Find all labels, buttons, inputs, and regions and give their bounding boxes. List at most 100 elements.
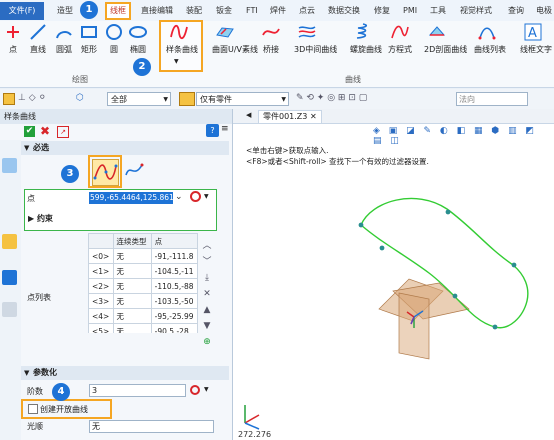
3d-midcurve-button[interactable]: 3D中间曲线 xyxy=(294,21,337,54)
surface-uv-curve-button[interactable]: 曲面U/V素线 xyxy=(212,21,258,54)
part-filter-combo[interactable]: 仅有零件 ▼ xyxy=(196,92,289,106)
file-menu-tab[interactable]: 文件(F) xyxy=(0,2,44,20)
spline-dropdown-arrow-icon[interactable]: ▼ xyxy=(174,58,179,65)
chevron-down-icon[interactable]: ▼ xyxy=(204,386,209,393)
chevron-down-icon: ▼ xyxy=(281,96,286,103)
user-profile-icon[interactable] xyxy=(2,302,17,317)
wireframe-text-label: 线框文字 xyxy=(520,45,552,54)
wireframe-text-button[interactable]: A 线框文字 xyxy=(520,21,552,54)
tab-repair[interactable]: 修复 xyxy=(374,2,390,20)
3d-midcurve-icon xyxy=(298,26,316,38)
tab-visual-style[interactable]: 视觉样式 xyxy=(460,2,492,20)
apply-button[interactable]: ↗ xyxy=(57,126,69,138)
callout-badge-4: 4 xyxy=(52,383,70,401)
chevron-up-icon[interactable]: ︿ xyxy=(201,238,213,254)
tab-sheet-metal[interactable]: 钣金 xyxy=(216,2,232,20)
arc-button[interactable]: 圆弧 xyxy=(55,21,73,54)
tab-point-cloud[interactable]: 点云 xyxy=(299,2,315,20)
spline-curve-icon xyxy=(170,24,188,40)
view-orient-icon[interactable]: ⬡ xyxy=(76,93,84,103)
point-button[interactable]: 点 xyxy=(4,21,22,54)
point-options-chevron-icon[interactable]: ⌄ xyxy=(175,192,183,202)
2d-section-curve-button[interactable]: 2D剖面曲线 xyxy=(424,21,467,54)
point-pick-target-icon[interactable] xyxy=(190,191,201,202)
spline-point-3[interactable] xyxy=(492,324,498,330)
smooth-label: 光顺 xyxy=(27,422,43,431)
spline-point-5[interactable] xyxy=(379,245,385,251)
spline-through-points-button[interactable] xyxy=(92,159,119,186)
import-points-icon[interactable]: ⤓ xyxy=(201,270,213,286)
table-row[interactable]: <2> 无 -110.5,-88 xyxy=(88,278,198,294)
normal-field[interactable]: 法向 xyxy=(456,92,528,106)
tab-query[interactable]: 查询 xyxy=(508,2,524,20)
order-pick-target-icon[interactable] xyxy=(190,385,200,395)
spline-point-2[interactable] xyxy=(511,262,517,268)
spline-control-points-button[interactable] xyxy=(124,161,144,181)
table-header-continuity: 连续类型 xyxy=(112,233,152,249)
filter-combo[interactable]: 全部 ▼ xyxy=(107,92,171,106)
surface-uv-curve-label: 曲面U/V素线 xyxy=(212,45,259,54)
order-input[interactable]: 3 xyxy=(89,384,186,397)
snap-mode-icons[interactable]: ✎ ⟲ ✦ ◎ ⊞ ⊡ ▢ xyxy=(296,93,367,103)
tab-assembly[interactable]: 装配 xyxy=(186,2,202,20)
help-button[interactable]: ? xyxy=(206,124,219,137)
tab-tools[interactable]: 工具 xyxy=(430,2,446,20)
chevron-down-icon[interactable]: ▼ xyxy=(204,193,209,200)
spline-point-1[interactable] xyxy=(445,209,451,215)
close-icon[interactable]: ✕ xyxy=(310,112,317,121)
spline-curve-button[interactable]: 样条曲线 ▼ xyxy=(166,21,198,65)
history-manager-icon[interactable] xyxy=(2,158,17,173)
tab-modeling[interactable]: 造型 xyxy=(57,2,73,20)
line-button[interactable]: 直线 xyxy=(29,21,47,54)
left-icon-strip xyxy=(0,140,21,440)
panel-menu-icon[interactable]: ≡ xyxy=(221,124,229,134)
spline-point-4[interactable] xyxy=(452,293,458,299)
delete-point-icon[interactable]: ✕ xyxy=(201,286,213,302)
cancel-button[interactable]: ✖ xyxy=(40,125,50,137)
snap-tools-icon[interactable]: ⊥ ◇ ⚪ xyxy=(18,93,46,103)
home-icon[interactable]: ◀ xyxy=(246,111,251,119)
chevron-down-icon[interactable]: ﹀ xyxy=(201,254,213,270)
move-down-icon[interactable]: ▼ xyxy=(201,318,213,334)
curve-list-button[interactable]: 曲线列表 xyxy=(474,21,506,54)
assembly-manager-icon[interactable] xyxy=(2,234,17,249)
tab-direct-edit[interactable]: 直接编辑 xyxy=(141,2,173,20)
line-label: 直线 xyxy=(30,45,46,54)
triad-y-axis xyxy=(244,422,260,430)
part-filter-icon[interactable] xyxy=(179,92,195,106)
curve-list-icon xyxy=(478,27,496,40)
smooth-select[interactable]: 无 xyxy=(89,420,214,433)
table-row[interactable]: <4> 无 -95,-25.99 xyxy=(88,308,198,324)
tab-electrode[interactable]: 电极 xyxy=(536,2,552,20)
helix-curve-button[interactable]: 螺旋曲线 xyxy=(350,21,382,54)
tab-wireframe[interactable]: 线框 xyxy=(105,2,131,20)
tab-part001[interactable]: 零件001.Z3 ✕ xyxy=(258,110,322,124)
table-row[interactable]: <5> 无 -90.5,-28. xyxy=(88,323,198,333)
tab-weldment[interactable]: 焊件 xyxy=(270,2,286,20)
constraint-section[interactable]: ▶ 约束 xyxy=(28,213,53,224)
parameter-section-header[interactable]: ▼ 参数化 xyxy=(21,366,229,380)
ok-button[interactable]: ✔ xyxy=(24,126,35,137)
required-section-header[interactable]: ▼ 必选 xyxy=(21,141,229,155)
bridge-button[interactable]: 桥接 xyxy=(262,21,280,54)
move-up-icon[interactable]: ▲ xyxy=(201,302,213,318)
open-curve-checkbox[interactable] xyxy=(28,404,38,414)
table-row[interactable]: <0> 无 -91,-111.8 xyxy=(88,248,198,264)
table-row[interactable]: <1> 无 -104.5,-11 xyxy=(88,263,198,279)
circle-button[interactable]: 圆 xyxy=(105,21,123,54)
ellipse-button[interactable]: 椭圆 xyxy=(129,21,147,54)
table-row[interactable]: <3> 无 -103.5,-50 xyxy=(88,293,198,309)
open-curve-label: 创建开放曲线 xyxy=(40,405,88,414)
rectangle-button[interactable]: 矩形 xyxy=(80,21,98,54)
add-point-icon[interactable]: ⊕ xyxy=(201,334,213,350)
point-list-label: 点列表 xyxy=(27,293,51,302)
pick-filter-icon[interactable] xyxy=(3,93,15,105)
point-coordinate-input[interactable]: 599,-65.4464,125.861 xyxy=(89,192,173,204)
spline-point-0[interactable] xyxy=(358,222,364,228)
equation-button[interactable]: 方程式 xyxy=(388,21,412,54)
tab-fti[interactable]: FTI xyxy=(246,2,258,20)
tab-data-exchange[interactable]: 数据交换 xyxy=(328,2,360,20)
tab-pmi[interactable]: PMI xyxy=(403,2,417,20)
view-manager-icon[interactable] xyxy=(2,270,17,285)
arc-label: 圆弧 xyxy=(56,45,72,54)
